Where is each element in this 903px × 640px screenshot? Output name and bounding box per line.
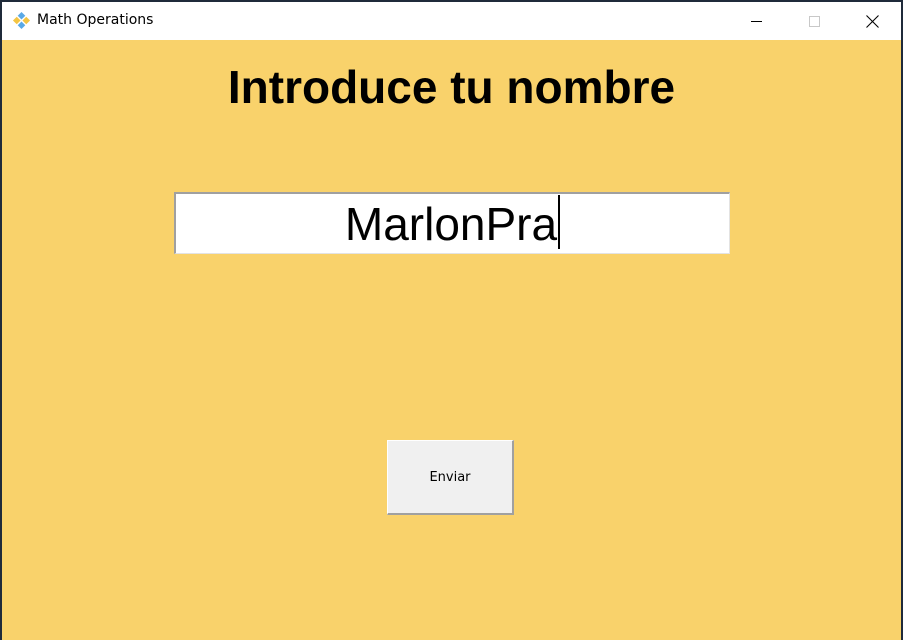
minimize-button[interactable] [727, 2, 785, 40]
name-input[interactable]: MarlonPra [174, 192, 730, 254]
maximize-icon [808, 15, 820, 27]
page-heading: Introduce tu nombre [227, 61, 676, 113]
title-bar[interactable]: Math Operations [2, 2, 901, 40]
close-icon [865, 14, 879, 28]
minimize-icon [750, 20, 762, 22]
app-window: Math Operations Introduce tu nombre Marl… [2, 2, 901, 640]
text-caret [558, 194, 561, 249]
send-button[interactable]: Enviar [387, 440, 514, 515]
app-icon [12, 11, 31, 30]
maximize-button[interactable] [785, 2, 843, 40]
close-button[interactable] [843, 2, 901, 40]
window-title: Math Operations [37, 12, 154, 28]
name-input-value: MarlonPra [344, 197, 558, 250]
